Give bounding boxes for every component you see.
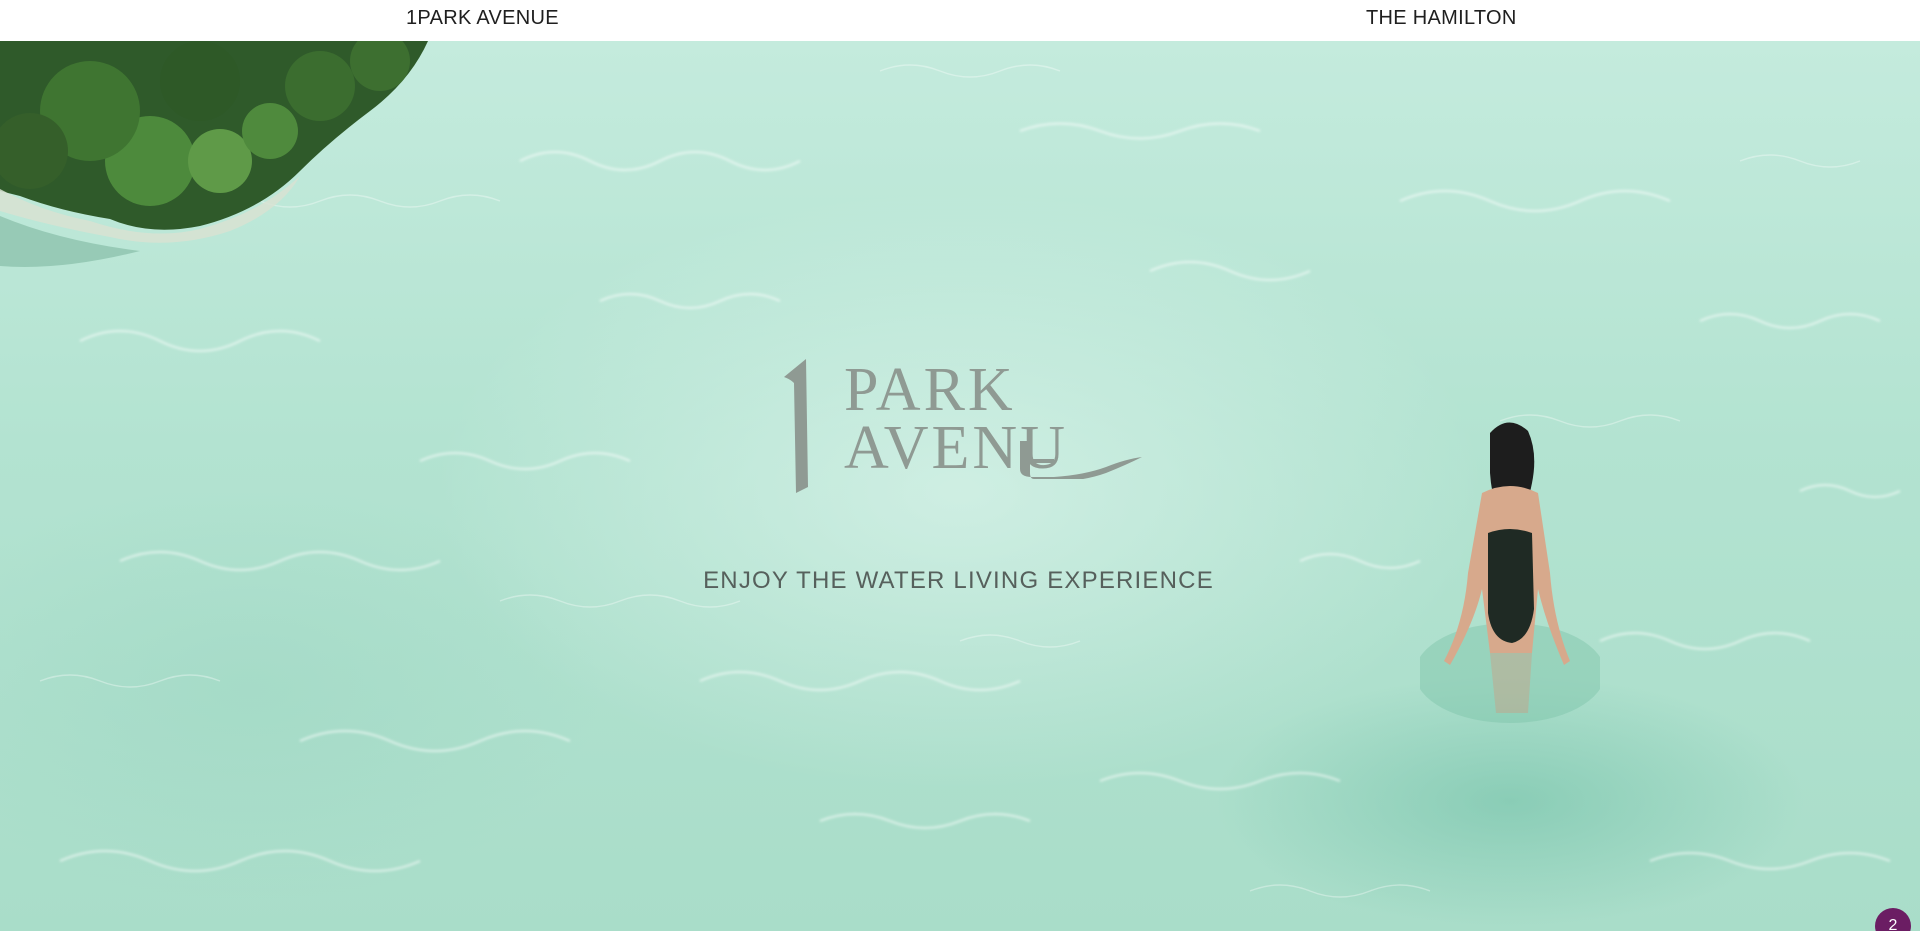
nav-link-1park-avenue[interactable]: 1PARK AVENUE [406,0,559,36]
logo-numeral-one [784,359,808,493]
logo-swash-e [1020,441,1142,479]
hero-water-banner: PARK AVENU ENJOY THE WATER LIVING EXPERI… [0,41,1920,931]
hero-tagline-text: ENJOY THE WATER LIVING EXPERIENCE [703,567,1214,594]
nav-link-the-hamilton[interactable]: THE HAMILTON [1366,0,1517,36]
brand-logo: PARK AVENU [776,359,1146,539]
top-navigation-bar: 1PARK AVENUE THE HAMILTON [0,0,1920,41]
logo-word-park: PARK [844,356,1016,424]
hero-tagline: ENJOY THE WATER LIVING EXPERIENCE [0,567,1920,595]
shoreline-trees-image [0,41,428,267]
